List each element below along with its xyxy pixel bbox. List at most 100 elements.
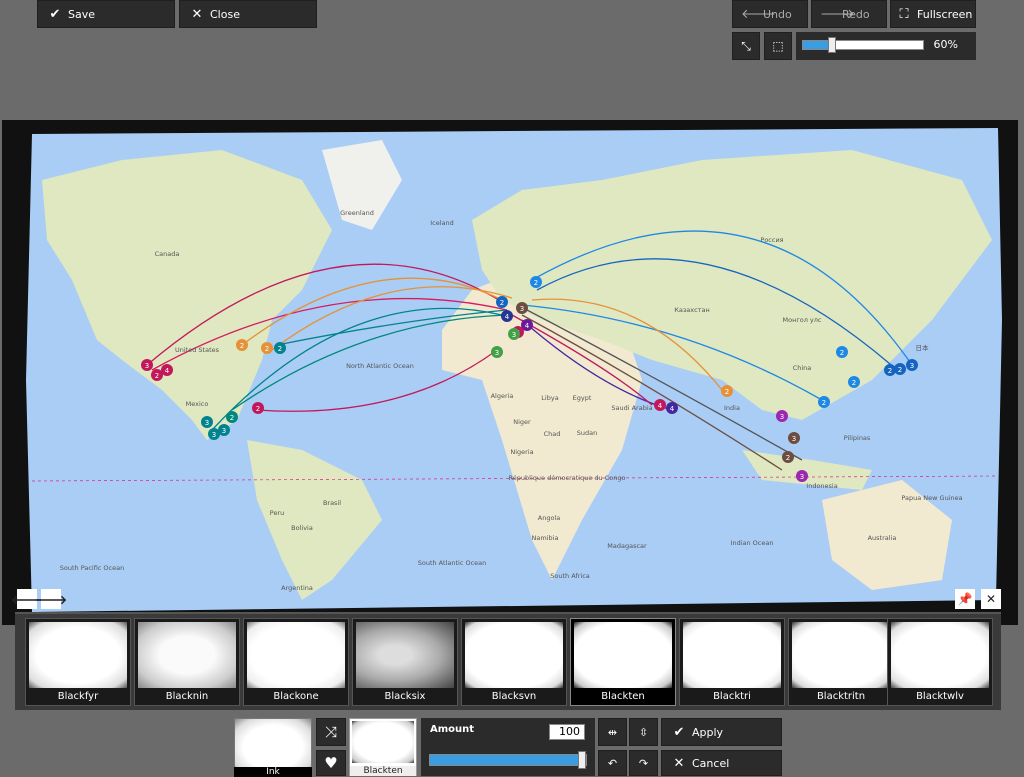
label-sudan: Sudan (577, 429, 597, 437)
label-russia: Россия (760, 236, 783, 244)
ink-option[interactable]: Ink (234, 718, 312, 777)
svg-text:4: 4 (670, 405, 675, 413)
filter-thumb-blackten[interactable]: Blackten (570, 618, 676, 706)
zoom-slider[interactable] (802, 37, 924, 53)
label-egypt: Egypt (573, 394, 592, 402)
svg-text:3: 3 (145, 362, 149, 370)
rotate-left-button[interactable]: ↶ (598, 750, 627, 776)
redo-arrow-icon: 🡒 (820, 7, 855, 22)
redo-button[interactable]: 🡒 Redo (811, 0, 887, 28)
filter-label: Blacktritn (816, 691, 866, 702)
flip-vertical-button[interactable]: ⇳ (629, 718, 658, 746)
svg-text:2: 2 (534, 279, 538, 287)
filter-thumb-blacknin[interactable]: Blacknin (134, 618, 240, 706)
filter-thumb-blacktri[interactable]: Blacktri (679, 618, 785, 706)
svg-text:2: 2 (155, 372, 159, 380)
filter-thumb-blacksix[interactable]: Blacksix (352, 618, 458, 706)
rotate-left-icon: ↶ (607, 756, 618, 770)
svg-text:3: 3 (222, 427, 226, 435)
svg-text:2: 2 (898, 366, 902, 374)
apply-button[interactable]: ✔ Apply (661, 718, 782, 746)
label-namibia: Namibia (532, 534, 559, 542)
label-saudi-arabia: Saudi Arabia (611, 404, 652, 412)
label-canada: Canada (155, 250, 180, 258)
label-niger: Niger (513, 418, 531, 426)
filter-label: Blacksix (384, 691, 426, 702)
current-filter-label: Blackten (350, 766, 416, 776)
cancel-label: Cancel (692, 756, 730, 770)
filter-label: Blacktwlv (916, 691, 964, 702)
filter-preview (29, 622, 127, 688)
label-argentina: Argentina (281, 584, 313, 592)
undo-label: Undo (763, 7, 792, 21)
label-japan: 日本 (916, 343, 930, 352)
fullscreen-button[interactable]: ⛶ Fullscreen (890, 0, 976, 28)
image-canvas[interactable]: 3 2 4 2 2 2 2 3 3 3 2 2 2 3 4 4 4 3 3 2 … (2, 120, 1018, 625)
label-bolivia: Bolivia (291, 524, 313, 532)
svg-text:2: 2 (500, 299, 504, 307)
label-greenland: Greenland (340, 209, 374, 217)
amount-slider[interactable] (429, 751, 587, 769)
amount-value[interactable]: 100 (549, 724, 585, 740)
close-button[interactable]: ✕ Close (179, 0, 317, 28)
svg-text:3: 3 (520, 305, 524, 313)
filter-thumb-blackone[interactable]: Blackone (243, 618, 349, 706)
label-brasil: Brasil (323, 499, 341, 507)
fullscreen-icon: ⛶ (899, 6, 909, 22)
shrink-button[interactable]: ⤡ (732, 32, 760, 60)
svg-text:4: 4 (505, 313, 510, 321)
right-arrow-icon: 🡒 (34, 592, 68, 607)
filter-preview (891, 622, 989, 688)
save-label: Save (68, 7, 96, 21)
label-south-pacific: South Pacific Ocean (60, 564, 124, 572)
svg-text:2: 2 (240, 342, 244, 350)
svg-text:2: 2 (852, 379, 856, 387)
filter-thumb-blacktwlv[interactable]: Blacktwlv (887, 618, 993, 706)
shuffle-icon: ⤨ (324, 723, 337, 741)
label-north-atlantic: North Atlantic Ocean (346, 362, 414, 370)
amount-slider-thumb[interactable] (578, 751, 586, 769)
crop-button[interactable]: ⬚ (764, 32, 792, 60)
current-filter-option[interactable]: Blackten (349, 718, 417, 776)
undo-button[interactable]: 🡐 Undo (732, 0, 808, 28)
filter-label: Blacksvn (491, 691, 537, 702)
flip-vertical-icon: ⇳ (638, 725, 649, 739)
strip-next-button[interactable]: 🡒 (35, 589, 67, 609)
filter-thumb-blacksvn[interactable]: Blacksvn (461, 618, 567, 706)
filter-label: Blackten (601, 691, 645, 702)
flip-horizontal-button[interactable]: ⇹ (598, 718, 627, 746)
filter-label: Blackfyr (57, 691, 99, 702)
world-map-image: 3 2 4 2 2 2 2 3 3 3 2 2 2 3 4 4 4 3 3 2 … (2, 120, 1018, 625)
label-china: China (793, 364, 812, 372)
cancel-button[interactable]: ✕ Cancel (661, 750, 782, 776)
svg-text:2: 2 (265, 345, 269, 353)
save-button[interactable]: ✔ Save (37, 0, 175, 28)
filter-label: Blacktri (713, 691, 751, 702)
zoom-panel: 60% (796, 32, 976, 60)
svg-text:2: 2 (230, 414, 234, 422)
pin-icon: 📌 (957, 592, 973, 606)
zoom-slider-thumb[interactable] (828, 37, 836, 53)
favorite-button[interactable]: ♥ (316, 750, 346, 776)
svg-text:2: 2 (822, 399, 826, 407)
filter-thumb-blacktritn[interactable]: Blacktritn (788, 618, 894, 706)
svg-text:2: 2 (840, 349, 844, 357)
svg-text:4: 4 (658, 402, 663, 410)
close-strip-button[interactable]: ✕ (981, 589, 1001, 609)
filter-thumb-blackfyr[interactable]: Blackfyr (25, 618, 131, 706)
rotate-right-button[interactable]: ↷ (629, 750, 658, 776)
filter-preview (356, 622, 454, 688)
svg-text:4: 4 (165, 367, 170, 375)
shuffle-button[interactable]: ⤨ (316, 718, 346, 746)
amount-slider-fill (430, 755, 580, 765)
label-philippines: Pilipinas (844, 434, 871, 442)
svg-text:2: 2 (278, 345, 282, 353)
redo-label: Redo (842, 7, 870, 21)
amount-label: Amount (430, 724, 475, 735)
filter-preview (247, 622, 345, 688)
pin-button[interactable]: 📌 (955, 589, 975, 609)
svg-text:2: 2 (888, 367, 892, 375)
close-icon: ✕ (985, 592, 997, 606)
svg-text:3: 3 (212, 431, 216, 439)
label-madagascar: Madagascar (607, 542, 647, 550)
